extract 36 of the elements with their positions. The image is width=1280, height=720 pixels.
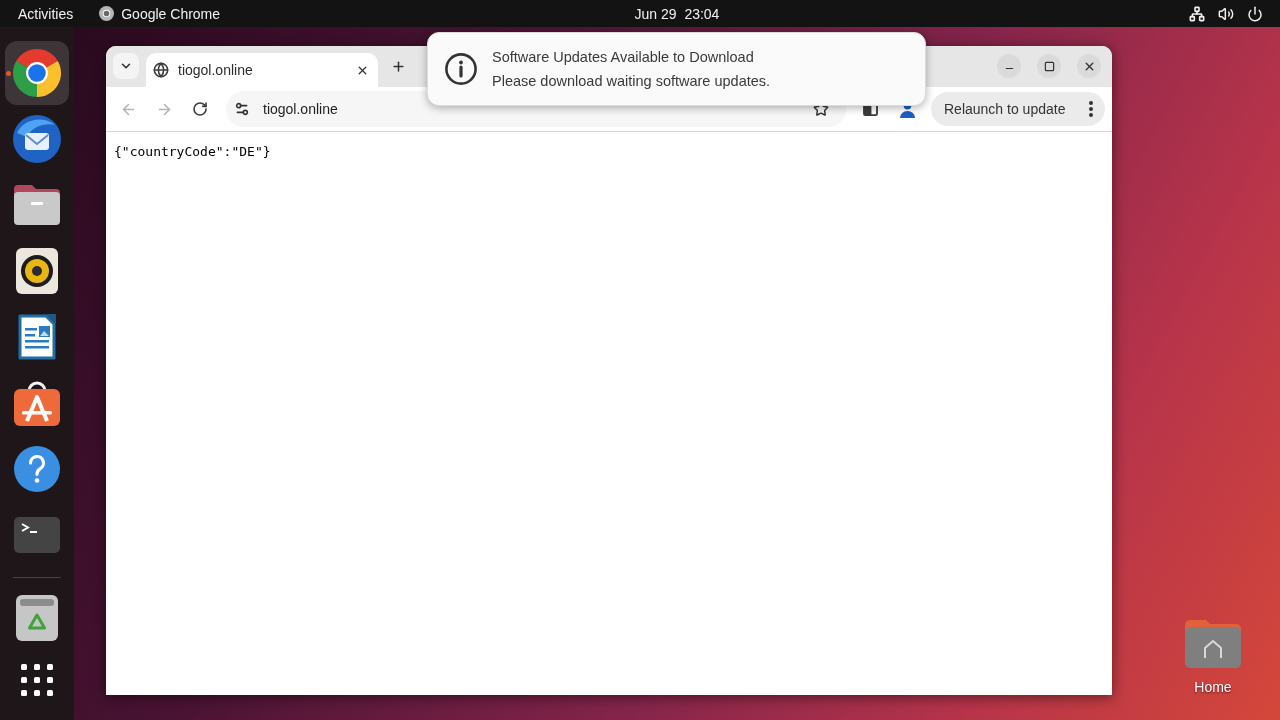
app-grid-icon	[21, 664, 53, 696]
relaunch-button[interactable]: Relaunch to update	[931, 92, 1105, 126]
close-window-button[interactable]	[1077, 54, 1101, 78]
mail-icon	[13, 115, 61, 163]
globe-icon	[153, 62, 169, 78]
dock-item[interactable]	[5, 41, 69, 105]
app-menu-button[interactable]: Google Chrome	[89, 2, 231, 25]
trash-icon	[16, 595, 58, 641]
json-text: {"countryCode":"DE"}	[114, 144, 272, 160]
info-icon	[445, 53, 477, 85]
home-folder-icon[interactable]	[1185, 620, 1241, 668]
home-label[interactable]: Home	[1194, 677, 1232, 698]
terminal-icon	[14, 517, 60, 553]
clock-button[interactable]: Jun 29 23:04	[624, 2, 730, 25]
help-icon	[14, 446, 60, 492]
shopping-bag-icon	[14, 380, 60, 426]
maximize-icon	[1043, 60, 1055, 72]
more-menu-icon	[1089, 101, 1093, 117]
tune-icon	[234, 101, 250, 117]
speaker-icon	[16, 248, 58, 294]
notification-title: Software Updates Available to Download	[492, 48, 755, 67]
plus-icon	[390, 58, 406, 74]
app-logo-icon	[99, 6, 115, 21]
browser-tab[interactable]: tiogol.online	[146, 53, 378, 87]
notification-body: Please download waiting software updates.	[492, 72, 771, 91]
reload-icon	[192, 101, 208, 117]
activities-button[interactable]: Activities	[8, 2, 84, 25]
folder-icon	[14, 185, 60, 225]
tab-search-button[interactable]	[113, 53, 139, 79]
maximize-button[interactable]	[1037, 54, 1061, 78]
power-icon	[1247, 5, 1263, 22]
network-icon	[1189, 5, 1205, 22]
volume-icon	[1218, 5, 1234, 22]
browser-logo-icon	[13, 49, 61, 97]
notification-card[interactable]: Software Updates Available to Download Please download waiting software updates.	[427, 32, 926, 106]
document-icon	[18, 314, 56, 360]
